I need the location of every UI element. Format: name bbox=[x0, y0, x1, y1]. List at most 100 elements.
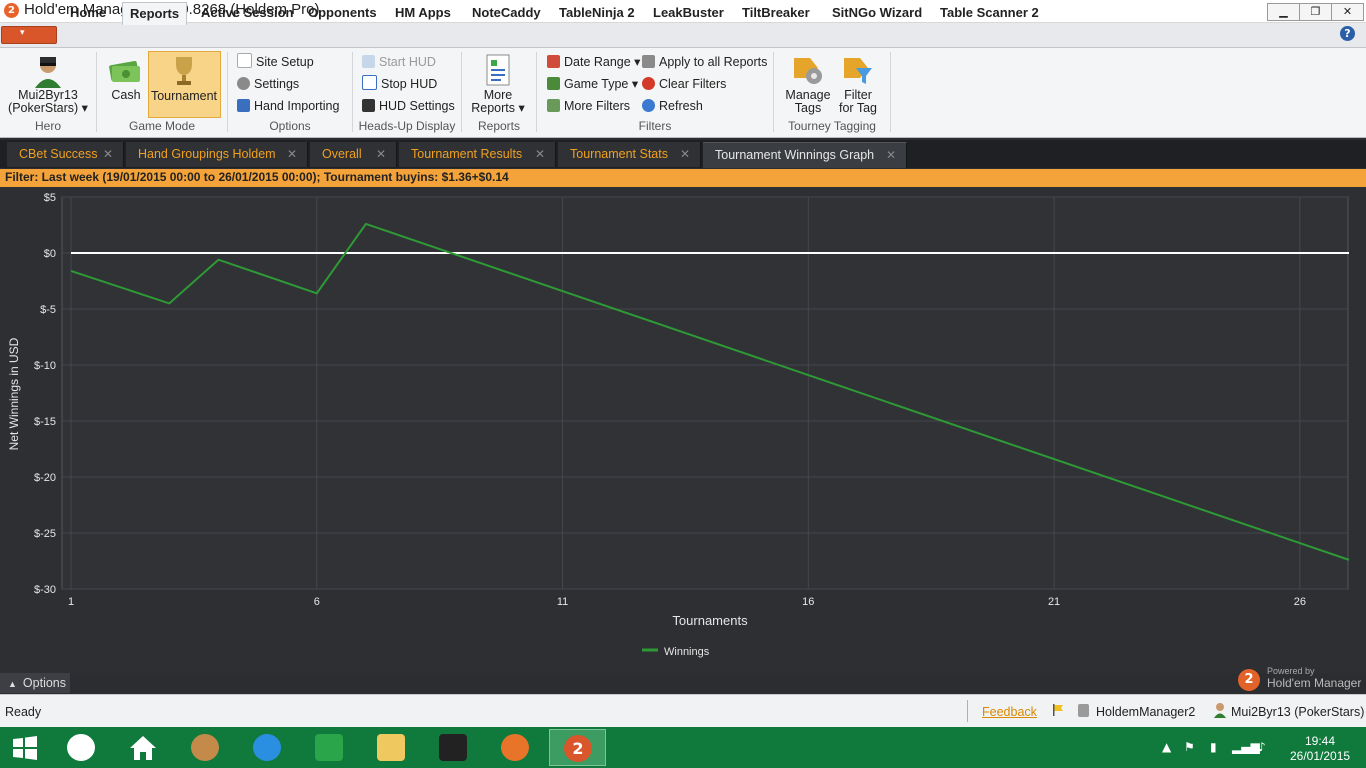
tab-hm-apps[interactable]: HM Apps bbox=[388, 2, 458, 24]
paint-icon bbox=[191, 734, 219, 761]
close-icon[interactable]: ✕ bbox=[886, 143, 896, 167]
taskbar-ie[interactable] bbox=[243, 729, 291, 766]
minimize-button[interactable]: ▁ bbox=[1267, 3, 1300, 21]
taskbar-store[interactable] bbox=[305, 729, 353, 766]
tab-hand-groupings[interactable]: Hand Groupings Holdem ✕ bbox=[126, 142, 308, 167]
tab-tournament-results[interactable]: Tournament Results ✕ bbox=[399, 142, 556, 167]
site-setup-button[interactable]: Site Setup bbox=[237, 52, 314, 72]
tab-tableninja[interactable]: TableNinja 2 bbox=[552, 2, 642, 24]
signal-icon[interactable]: ▂▄▆ bbox=[1232, 740, 1260, 754]
stop-icon bbox=[362, 75, 377, 90]
manage-tags-button[interactable]: Manage Tags bbox=[780, 89, 836, 115]
application-menu-button[interactable]: ▾ bbox=[1, 26, 57, 44]
windows-logo-icon bbox=[13, 736, 37, 760]
taskbar-firefox[interactable] bbox=[491, 729, 539, 766]
internet-explorer-icon bbox=[253, 734, 281, 761]
x-tick-label: 6 bbox=[314, 596, 320, 608]
tab-notecaddy[interactable]: NoteCaddy bbox=[465, 2, 548, 24]
close-icon[interactable]: ✕ bbox=[376, 142, 386, 166]
tournament-label: Tournament bbox=[150, 89, 217, 103]
filter-for-tag-button[interactable]: Filter for Tag bbox=[832, 89, 884, 115]
y-tick-label: $-20 bbox=[34, 472, 56, 484]
close-icon[interactable]: ✕ bbox=[103, 142, 113, 166]
taskbar-hp[interactable] bbox=[57, 729, 105, 766]
y-tick-label: $-5 bbox=[40, 304, 56, 316]
hand-importing-button[interactable]: Hand Importing bbox=[237, 96, 339, 116]
chart-options-toggle[interactable]: ▲ Options bbox=[0, 673, 70, 693]
taskbar-media[interactable] bbox=[429, 729, 477, 766]
action-center-flag-icon[interactable]: ⚑ bbox=[1184, 740, 1195, 754]
filter-tag-icon bbox=[842, 54, 874, 86]
app-logo-icon: 2 bbox=[4, 3, 19, 18]
feedback-link[interactable]: Feedback bbox=[982, 705, 1037, 719]
y-axis-ticks: $5 $0 $-5 $-10 $-15 $-20 $-25 $-30 bbox=[34, 192, 56, 596]
plot-area bbox=[61, 196, 1349, 590]
taskbar-paint[interactable] bbox=[181, 729, 229, 766]
tab-tournament-winnings-graph[interactable]: Tournament Winnings Graph ✕ bbox=[703, 142, 907, 168]
firefox-icon bbox=[501, 734, 529, 761]
cash-button[interactable]: Cash bbox=[104, 89, 148, 102]
x-tick-label: 1 bbox=[68, 596, 74, 608]
close-icon[interactable]: ✕ bbox=[287, 142, 297, 166]
report-document-icon bbox=[484, 54, 512, 86]
game-type-dropdown[interactable]: Game Type ▾ bbox=[547, 74, 638, 94]
taskbar-holdem-manager[interactable]: 2 bbox=[549, 729, 606, 766]
flag-icon[interactable] bbox=[1052, 704, 1064, 716]
hm-app-icon: 2 bbox=[564, 735, 592, 762]
group-label-reports: Reports bbox=[477, 119, 521, 133]
battery-icon[interactable]: ▮ bbox=[1210, 740, 1217, 754]
tab-home[interactable]: Home bbox=[63, 2, 113, 24]
help-icon[interactable]: ? bbox=[1340, 26, 1355, 41]
close-button[interactable]: ✕ bbox=[1331, 3, 1364, 21]
refresh-button[interactable]: Refresh bbox=[642, 96, 703, 116]
start-button[interactable] bbox=[2, 729, 50, 766]
more-reports-button[interactable]: More Reports ▾ bbox=[466, 89, 530, 115]
x-tick-label: 26 bbox=[1294, 596, 1306, 608]
group-label-options: Options bbox=[269, 119, 311, 133]
site-setup-icon bbox=[237, 53, 252, 68]
x-tick-label: 11 bbox=[557, 596, 568, 608]
hero-selector[interactable]: Mui2Byr13 (PokerStars) ▾ bbox=[8, 89, 88, 115]
restore-button[interactable]: ❐ bbox=[1299, 3, 1332, 21]
tab-tiltbreaker[interactable]: TiltBreaker bbox=[735, 2, 817, 24]
tab-active-session[interactable]: Active Session bbox=[194, 2, 301, 24]
hud-settings-icon bbox=[362, 99, 375, 112]
tab-leakbuster[interactable]: LeakBuster bbox=[646, 2, 731, 24]
group-label-hud: Heads-Up Display bbox=[358, 119, 456, 133]
import-arrow-icon bbox=[237, 99, 250, 112]
tray-chevron-up-icon[interactable]: ▲ bbox=[1162, 740, 1171, 754]
home-icon bbox=[130, 736, 156, 760]
active-player: Mui2Byr13 (PokerStars) bbox=[1231, 705, 1365, 719]
tab-opponents[interactable]: Opponents bbox=[301, 2, 384, 24]
database-icon bbox=[1078, 704, 1089, 717]
apply-all-reports-button[interactable]: Apply to all Reports bbox=[642, 52, 767, 72]
tab-overall[interactable]: Overall ✕ bbox=[310, 142, 397, 167]
hud-settings-button[interactable]: HUD Settings bbox=[362, 96, 455, 116]
taskbar-explorer[interactable] bbox=[367, 729, 415, 766]
close-icon[interactable]: ✕ bbox=[535, 142, 545, 166]
tab-cbet-success[interactable]: CBet Success ✕ bbox=[7, 142, 124, 167]
tab-reports[interactable]: Reports bbox=[122, 2, 188, 25]
manage-tags-icon bbox=[792, 54, 824, 86]
x-axis-ticks: 1 6 11 16 21 26 bbox=[68, 596, 1306, 608]
close-icon[interactable]: ✕ bbox=[680, 142, 690, 166]
hero-site: (PokerStars) ▾ bbox=[8, 101, 88, 115]
volume-icon[interactable]: ♪ bbox=[1258, 740, 1266, 754]
tab-sitngo-wizard[interactable]: SitNGo Wizard bbox=[825, 2, 929, 24]
y-tick-label: $5 bbox=[44, 192, 56, 204]
chevron-down-icon: ▾ bbox=[20, 28, 25, 38]
settings-button[interactable]: Settings bbox=[237, 74, 299, 94]
database-name: HoldemManager2 bbox=[1096, 705, 1196, 719]
group-label-game-mode: Game Mode bbox=[128, 119, 196, 133]
taskbar-home[interactable] bbox=[119, 729, 167, 766]
tab-table-scanner[interactable]: Table Scanner 2 bbox=[933, 2, 1046, 24]
stop-hud-button[interactable]: Stop HUD bbox=[362, 74, 437, 94]
system-clock[interactable]: 19:44 26/01/2015 bbox=[1290, 734, 1350, 764]
hero-avatar[interactable] bbox=[31, 54, 65, 88]
tab-tournament-stats[interactable]: Tournament Stats ✕ bbox=[558, 142, 701, 167]
more-filters-button[interactable]: More Filters bbox=[547, 96, 630, 116]
clear-filters-button[interactable]: Clear Filters bbox=[642, 74, 726, 94]
cash-icon bbox=[108, 57, 142, 85]
start-hud-button[interactable]: Start HUD bbox=[362, 52, 436, 72]
date-range-dropdown[interactable]: Date Range ▾ bbox=[547, 52, 640, 72]
